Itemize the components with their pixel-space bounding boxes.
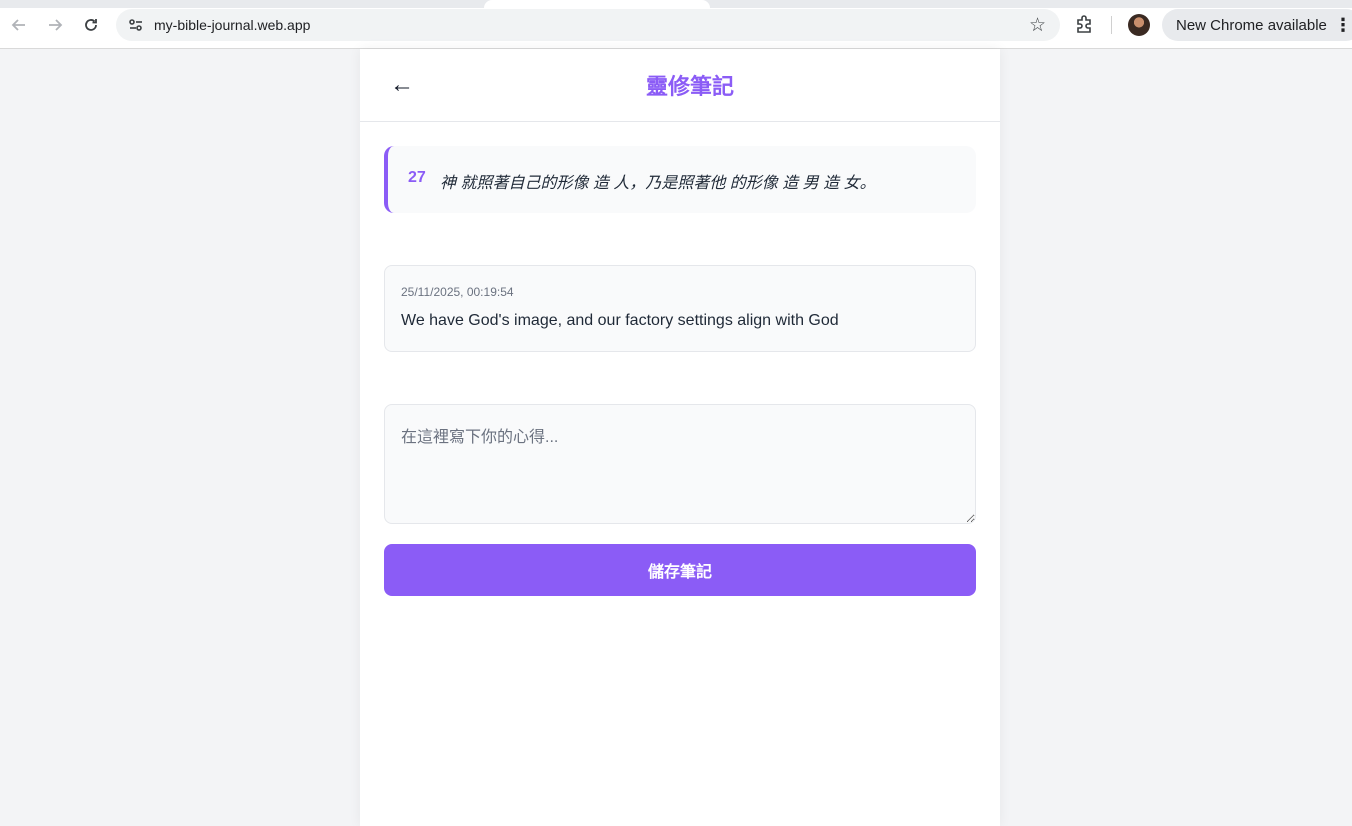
url-text[interactable]: my-bible-journal.web.app [154,17,310,33]
toolbar-divider [1111,16,1112,34]
back-arrow-icon[interactable] [6,12,32,38]
verse-card: 27 神 就照著自己的形像 造 人，乃是照著他 的形像 造 男 造 女。 [384,146,976,213]
bookmark-star-icon[interactable]: ☆ [1029,14,1046,37]
kebab-menu-icon[interactable]: ⋮ [1334,15,1352,36]
verse-number: 27 [408,169,426,186]
save-note-button[interactable]: 儲存筆記 [384,544,976,596]
forward-arrow-icon[interactable] [42,12,68,38]
reload-icon[interactable] [78,12,104,38]
site-settings-icon[interactable] [126,15,146,35]
journal-app: ← 靈修筆記 27 神 就照著自己的形像 造 人，乃是照著他 的形像 造 男 造… [360,49,1000,826]
note-timestamp: 25/11/2025, 00:19:54 [401,285,514,299]
active-tab[interactable] [484,0,710,8]
app-header: ← 靈修筆記 [360,49,1000,122]
page-title: 靈修筆記 [645,74,734,99]
chrome-update-button[interactable]: New Chrome available ⋮ [1162,9,1352,41]
profile-avatar[interactable] [1128,14,1150,36]
tab-strip [0,0,1352,8]
extensions-puzzle-icon[interactable] [1074,13,1096,35]
verse-text: 神 就照著自己的形像 造 人，乃是照著他 的形像 造 男 造 女。 [440,175,876,192]
browser-toolbar: my-bible-journal.web.app ☆ New Chrome av… [0,0,1352,49]
chrome-update-label: New Chrome available [1176,17,1327,34]
reflection-textarea[interactable] [384,404,976,524]
address-bar[interactable]: my-bible-journal.web.app ☆ [116,9,1060,41]
saved-note: 25/11/2025, 00:19:54 We have God's image… [384,265,976,352]
note-text: We have God's image, and our factory set… [401,312,839,329]
